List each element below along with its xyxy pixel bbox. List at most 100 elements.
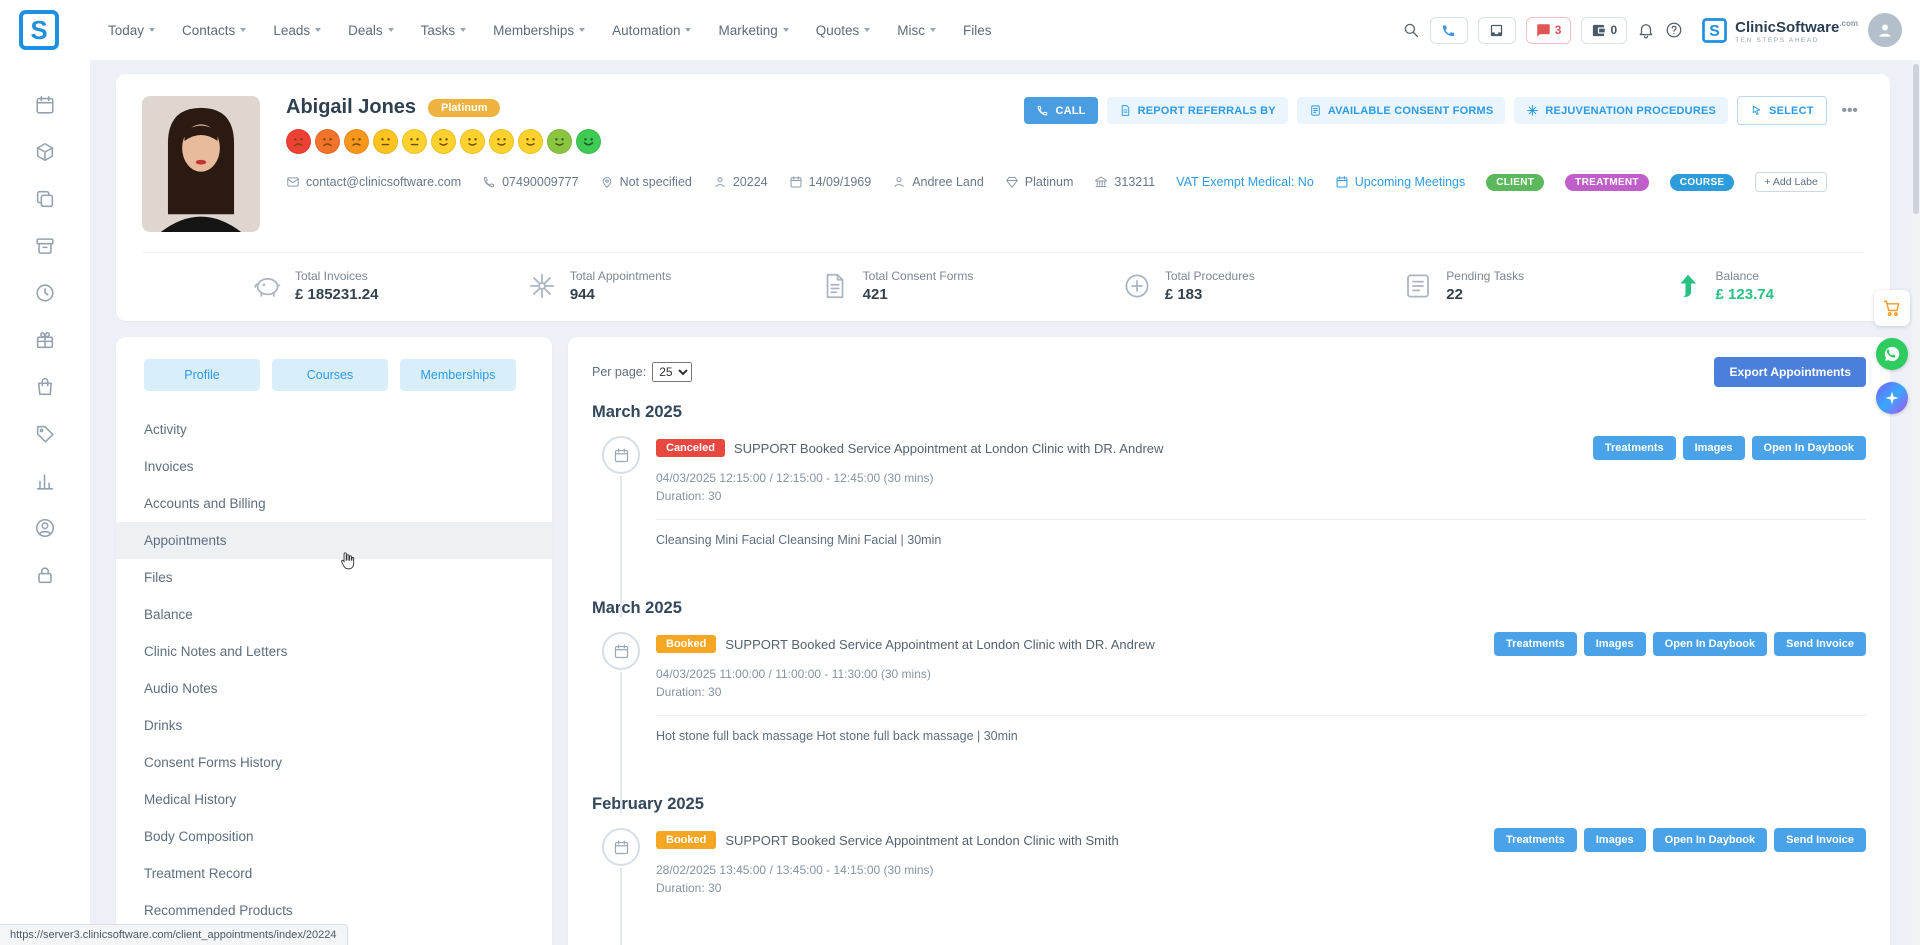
send-invoice-button[interactable]: Send Invoice xyxy=(1774,828,1866,852)
nav-quotes[interactable]: Quotes xyxy=(816,23,871,38)
mood-face-icon[interactable] xyxy=(315,129,340,154)
menu-drinks[interactable]: Drinks xyxy=(116,707,552,744)
person-icon xyxy=(713,175,727,189)
user-avatar-menu[interactable] xyxy=(1868,13,1902,47)
mood-scale xyxy=(286,129,1864,154)
whatsapp-icon xyxy=(1883,345,1901,363)
more-actions-button[interactable]: ••• xyxy=(1836,98,1864,123)
client-dob: 14/09/1969 xyxy=(789,175,872,189)
menu-medical-history[interactable]: Medical History xyxy=(116,781,552,818)
tab-profile[interactable]: Profile xyxy=(144,359,260,391)
mood-face-icon[interactable] xyxy=(460,129,485,154)
bell-icon[interactable] xyxy=(1637,21,1655,39)
rail-account-icon[interactable] xyxy=(34,517,56,539)
cart-widget[interactable] xyxy=(1874,290,1910,326)
whatsapp-widget[interactable] xyxy=(1876,338,1908,370)
nav-files[interactable]: Files xyxy=(963,23,992,38)
nav-memberships[interactable]: Memberships xyxy=(493,23,585,38)
search-icon[interactable] xyxy=(1402,21,1420,39)
page-scrollbar[interactable] xyxy=(1912,60,1920,945)
open-in-daybook-button[interactable]: Open In Daybook xyxy=(1752,436,1866,460)
nav-today[interactable]: Today xyxy=(108,23,155,38)
chat-notifications-button[interactable]: 3 xyxy=(1526,17,1572,44)
open-in-daybook-button[interactable]: Open In Daybook xyxy=(1653,632,1767,656)
rail-calendar-icon[interactable] xyxy=(34,94,56,116)
mood-face-icon[interactable] xyxy=(489,129,514,154)
mood-face-icon[interactable] xyxy=(547,129,572,154)
wallet-button[interactable]: 0 xyxy=(1581,17,1627,44)
treatments-button[interactable]: Treatments xyxy=(1494,632,1577,656)
rail-copy-icon[interactable] xyxy=(34,188,56,210)
menu-appointments[interactable]: Appointments xyxy=(116,522,552,559)
images-button[interactable]: Images xyxy=(1584,632,1646,656)
consent-forms-button[interactable]: AVAILABLE CONSENT FORMS xyxy=(1297,97,1506,124)
mood-face-icon[interactable] xyxy=(373,129,398,154)
nav-contacts[interactable]: Contacts xyxy=(182,23,246,38)
rail-gift-icon[interactable] xyxy=(34,329,56,351)
menu-consent-forms-history[interactable]: Consent Forms History xyxy=(116,744,552,781)
nav-leads[interactable]: Leads xyxy=(273,23,321,38)
images-button[interactable]: Images xyxy=(1584,828,1646,852)
vat-status-link[interactable]: VAT Exempt Medical: No xyxy=(1176,175,1314,189)
ai-assistant-widget[interactable] xyxy=(1876,382,1908,414)
upcoming-meetings-link[interactable]: Upcoming Meetings xyxy=(1335,175,1465,189)
menu-invoices[interactable]: Invoices xyxy=(116,448,552,485)
rail-tag-icon[interactable] xyxy=(34,423,56,445)
rail-archive-icon[interactable] xyxy=(34,235,56,257)
nav-tasks[interactable]: Tasks xyxy=(421,23,467,38)
dialer-button[interactable] xyxy=(1430,17,1468,44)
menu-audio-notes[interactable]: Audio Notes xyxy=(116,670,552,707)
menu-balance[interactable]: Balance xyxy=(116,596,552,633)
label-client[interactable]: CLIENT xyxy=(1486,174,1544,191)
add-label-button[interactable]: + Add Labe xyxy=(1755,172,1826,192)
mood-face-icon[interactable] xyxy=(431,129,456,154)
nav-misc[interactable]: Misc xyxy=(897,23,936,38)
client-header-card: CALL REPORT REFERRALS BY AVAILABLE CONSE… xyxy=(116,74,1890,321)
client-phone[interactable]: 07490009777 xyxy=(482,175,578,189)
mood-face-icon[interactable] xyxy=(576,129,601,154)
help-icon[interactable] xyxy=(1665,21,1683,39)
nav-marketing[interactable]: Marketing xyxy=(718,23,788,38)
app-logo[interactable]: S xyxy=(16,7,62,53)
rail-reports-icon[interactable] xyxy=(34,470,56,492)
call-button[interactable]: CALL xyxy=(1024,97,1097,124)
top-right-tools: 3 0 S ClinicSoftware.com TEN STEPS AHEAD xyxy=(1402,13,1902,47)
menu-body-composition[interactable]: Body Composition xyxy=(116,818,552,855)
nav-automation[interactable]: Automation xyxy=(612,23,691,38)
tab-courses[interactable]: Courses xyxy=(272,359,388,391)
mood-face-icon[interactable] xyxy=(518,129,543,154)
send-invoice-button[interactable]: Send Invoice xyxy=(1774,632,1866,656)
images-button[interactable]: Images xyxy=(1683,436,1745,460)
inbox-button[interactable] xyxy=(1478,17,1516,44)
open-in-daybook-button[interactable]: Open In Daybook xyxy=(1653,828,1767,852)
clinicsoftware-brand[interactable]: S ClinicSoftware.com TEN STEPS AHEAD xyxy=(1701,16,1858,44)
treatments-button[interactable]: Treatments xyxy=(1593,436,1676,460)
label-treatment[interactable]: TREATMENT xyxy=(1565,174,1649,191)
scrollbar-thumb[interactable] xyxy=(1913,64,1919,214)
menu-treatment-record[interactable]: Treatment Record xyxy=(116,855,552,892)
mood-face-icon[interactable] xyxy=(286,129,311,154)
treatments-button[interactable]: Treatments xyxy=(1494,828,1577,852)
tab-memberships[interactable]: Memberships xyxy=(400,359,516,391)
rail-lock-icon[interactable] xyxy=(34,564,56,586)
menu-clinic-notes[interactable]: Clinic Notes and Letters xyxy=(116,633,552,670)
mood-face-icon[interactable] xyxy=(344,129,369,154)
export-appointments-button[interactable]: Export Appointments xyxy=(1714,357,1866,387)
mood-face-icon[interactable] xyxy=(402,129,427,154)
client-membership: Platinum xyxy=(1005,175,1074,189)
rail-bag-icon[interactable] xyxy=(34,376,56,398)
report-referrals-button[interactable]: REPORT REFERRALS BY xyxy=(1107,97,1288,124)
select-button[interactable]: SELECT xyxy=(1737,96,1827,125)
menu-accounts-billing[interactable]: Accounts and Billing xyxy=(116,485,552,522)
menu-activity[interactable]: Activity xyxy=(116,411,552,448)
per-page-select[interactable]: 25 xyxy=(652,362,692,382)
rail-products-icon[interactable] xyxy=(34,141,56,163)
label-course[interactable]: COURSE xyxy=(1670,174,1735,191)
client-email[interactable]: contact@clinicsoftware.com xyxy=(286,175,461,189)
rejuvenation-procedures-button[interactable]: REJUVENATION PROCEDURES xyxy=(1514,97,1728,124)
appointment-title: SUPPORT Booked Service Appointment at Lo… xyxy=(725,833,1118,848)
chevron-down-icon xyxy=(685,28,691,32)
rail-history-icon[interactable] xyxy=(34,282,56,304)
nav-deals[interactable]: Deals xyxy=(348,23,394,38)
menu-files[interactable]: Files xyxy=(116,559,552,596)
